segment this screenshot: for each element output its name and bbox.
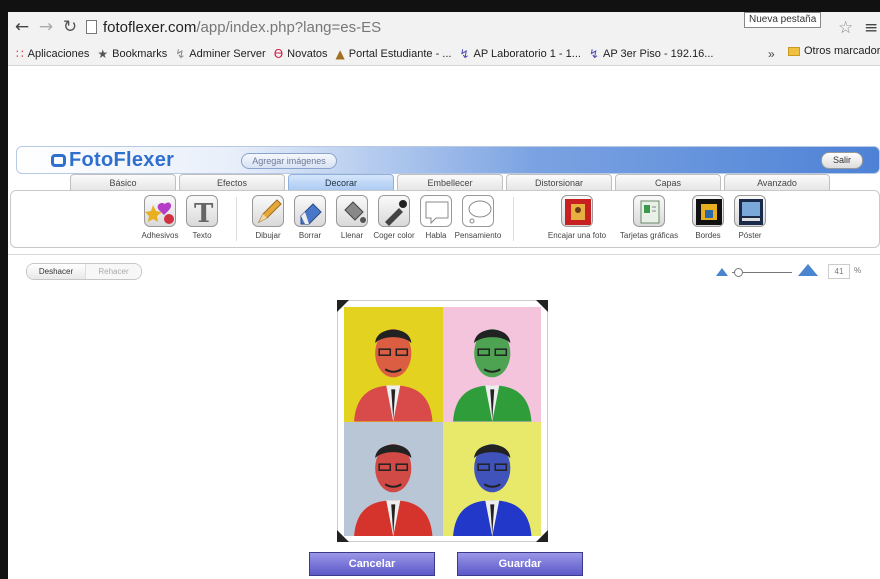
bookmark-adminer[interactable]: ↯ Adminer Server: [175, 47, 265, 61]
tool-label: Pensamiento: [454, 231, 502, 240]
zoom-value[interactable]: 41: [828, 264, 850, 279]
fill-bucket-icon: [336, 195, 368, 227]
bookmark-bookmarks[interactable]: ★ Bookmarks: [97, 47, 167, 61]
cancel-button[interactable]: Cancelar: [309, 552, 435, 576]
tab-distorsionar[interactable]: Distorsionar: [506, 174, 612, 191]
canvas-area: Deshacer Rehacer 41 % Cancelar Guardar: [8, 254, 880, 579]
zoom-unit: %: [854, 266, 862, 275]
app-header: FotoFlexer Agregar imágenes Salir: [16, 146, 880, 174]
portal-icon: ▲: [335, 46, 345, 61]
tab-avanzado[interactable]: Avanzado: [724, 174, 830, 191]
bookmark-ap-lab[interactable]: ↯ AP Laboratorio 1 - 1...: [459, 47, 580, 61]
camera-icon: [51, 154, 66, 167]
other-bookmarks[interactable]: Otros marcadores: [788, 45, 880, 57]
pop-art-panel: [442, 421, 541, 536]
menu-icon[interactable]: ≡: [864, 18, 878, 38]
tab-decorar[interactable]: Decorar: [288, 174, 394, 191]
save-button[interactable]: Guardar: [457, 552, 583, 576]
adminer-icon: ↯: [175, 46, 186, 61]
wifi-icon: ↯: [459, 46, 470, 61]
bookmark-label: Adminer Server: [189, 47, 266, 60]
bookmark-label: AP Laboratorio 1 - 1...: [473, 47, 581, 60]
bookmark-label: Portal Estudiante - ...: [348, 47, 452, 60]
add-images-button[interactable]: Agregar imágenes: [241, 153, 337, 169]
tool-thought[interactable]: Pensamiento: [453, 195, 503, 240]
zoom-in-mountain-icon[interactable]: [798, 264, 818, 276]
thought-bubble-icon: [462, 195, 494, 227]
bookmarks-bar: ∷ Aplicaciones ★ Bookmarks ↯ Adminer Ser…: [8, 42, 880, 66]
toolbar-separator: [513, 197, 514, 241]
pencil-icon: [252, 195, 284, 227]
tool-label: Póster: [738, 231, 762, 240]
stickers-icon: [144, 195, 176, 227]
bookmark-ap-3er[interactable]: ↯ AP 3er Piso - 192.16...: [589, 47, 714, 61]
undo-button[interactable]: Deshacer: [27, 264, 85, 279]
more-bookmarks-button[interactable]: »: [768, 47, 775, 61]
tab-basico[interactable]: Básico: [70, 174, 176, 191]
bookmark-label: Novatos: [287, 47, 328, 60]
tool-text[interactable]: T Texto: [177, 195, 227, 240]
bookmark-label: AP 3er Piso - 192.16...: [603, 47, 714, 60]
forward-arrow-icon[interactable]: →: [36, 17, 56, 37]
decorate-toolbox: Adhesivos T Texto Dibujar Borrar Llenar: [10, 190, 880, 248]
url-path: /app/index.php?lang=es-ES: [196, 18, 382, 36]
pop-art-grid: [344, 307, 541, 536]
url-field[interactable]: fotoflexer.com/app/index.php?lang=es-ES: [86, 16, 806, 38]
wifi-icon: ↯: [588, 46, 599, 61]
new-tab-tooltip: Nueva pestaña: [744, 12, 822, 28]
other-bookmarks-label: Otros marcadores: [804, 45, 880, 57]
star-icon: ★: [97, 46, 109, 61]
eyedropper-icon: [378, 195, 410, 227]
text-icon: T: [186, 195, 218, 227]
bookmark-star-icon[interactable]: ☆: [838, 18, 853, 38]
tool-label: Texto: [192, 231, 212, 240]
tab-efectos[interactable]: Efectos: [179, 174, 285, 191]
logo-text: FotoFlexer: [69, 149, 175, 171]
apps-grid-icon: ∷: [16, 46, 24, 61]
tool-frame-photo[interactable]: Encajar una foto: [545, 195, 609, 240]
redo-button[interactable]: Rehacer: [85, 264, 141, 279]
poster-icon: [734, 195, 766, 227]
tab-embellecer[interactable]: Embellecer: [397, 174, 503, 191]
address-bar: ← → ↻ fotoflexer.com/app/index.php?lang=…: [8, 12, 880, 42]
svg-text:T: T: [194, 199, 214, 227]
pop-art-panel: [442, 307, 541, 422]
bookmark-label: Aplicaciones: [27, 47, 90, 60]
tool-label: Tarjetas gráficas: [619, 231, 679, 240]
zoom-out-mountain-icon[interactable]: [716, 268, 728, 276]
toolbar-separator: [236, 197, 237, 241]
exit-button[interactable]: Salir: [821, 152, 863, 169]
undo-redo-group: Deshacer Rehacer: [26, 263, 142, 280]
zoom-slider-handle[interactable]: [734, 268, 743, 277]
bookmark-portal[interactable]: ▲ Portal Estudiante - ...: [336, 47, 452, 61]
action-buttons: Cancelar Guardar: [309, 552, 593, 576]
url-host: fotoflexer.com: [103, 18, 197, 36]
eraser-icon: [294, 195, 326, 227]
tool-poster[interactable]: Póster: [725, 195, 775, 240]
edited-photo[interactable]: [337, 300, 548, 542]
tool-greeting-cards[interactable]: Tarjetas gráficas: [617, 195, 681, 240]
debian-icon: ϴ: [273, 46, 284, 61]
pop-art-panel: [344, 307, 443, 422]
tool-label: Encajar una foto: [547, 231, 607, 240]
bookmark-apps[interactable]: ∷ Aplicaciones: [16, 47, 89, 61]
greeting-card-icon: [633, 195, 665, 227]
folder-icon: [788, 46, 800, 56]
bookmark-label: Bookmarks: [112, 47, 168, 60]
borders-icon: [692, 195, 724, 227]
photo-frame-icon: [561, 195, 593, 227]
back-arrow-icon[interactable]: ←: [12, 17, 32, 37]
page-icon: [86, 20, 97, 34]
tab-capas[interactable]: Capas: [615, 174, 721, 191]
reload-icon[interactable]: ↻: [60, 17, 80, 37]
browser-window: ← → ↻ fotoflexer.com/app/index.php?lang=…: [8, 12, 880, 579]
fotoflexer-logo: FotoFlexer: [51, 149, 174, 172]
pop-art-panel: [344, 421, 443, 536]
speech-bubble-icon: [420, 195, 452, 227]
bookmark-novatos[interactable]: ϴ Novatos: [274, 47, 328, 61]
zoom-control: 41 %: [716, 264, 861, 280]
